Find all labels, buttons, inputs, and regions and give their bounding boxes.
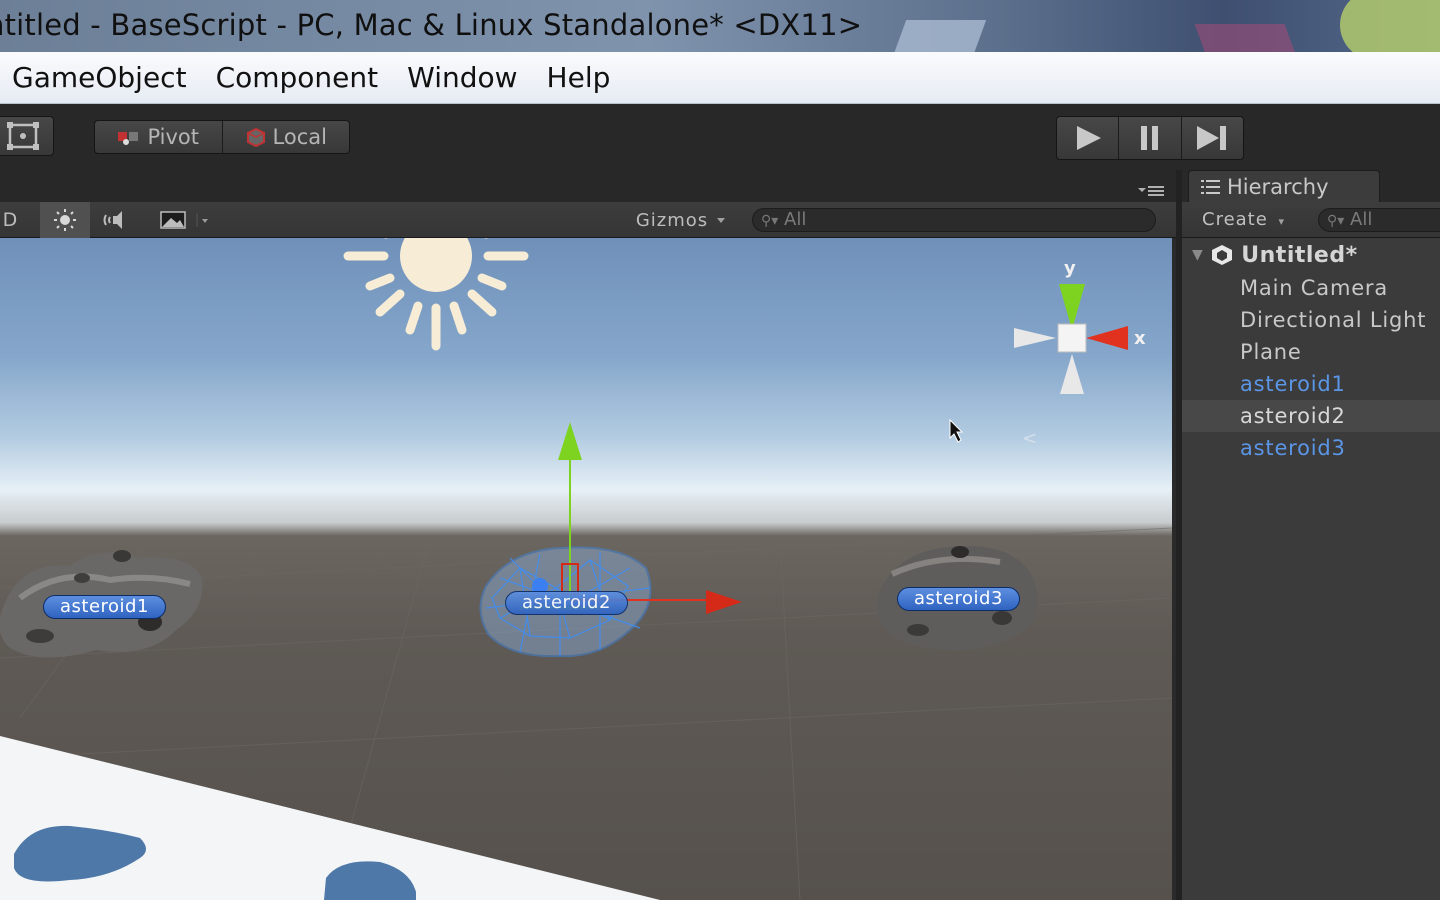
- pivot-label: Pivot: [147, 125, 200, 149]
- asteroid3-label[interactable]: asteroid3: [897, 587, 1020, 611]
- scene-toolbar: D Gizmos ⚲▾ All: [0, 202, 1176, 238]
- pause-icon: [1140, 126, 1158, 150]
- scene-effects-dropdown[interactable]: [148, 202, 214, 238]
- scene-search-placeholder: All: [784, 209, 807, 230]
- hierarchy-item-asteroid1[interactable]: asteroid1: [1182, 368, 1440, 400]
- gizmo-x-cone[interactable]: [1086, 326, 1128, 350]
- play-icon: [1076, 126, 1101, 150]
- pivot-rotation-toggle: Pivot Local: [94, 120, 350, 154]
- window-title: ntitled - BaseScript - PC, Mac & Linux S…: [0, 8, 863, 42]
- y-axis-handle[interactable]: [558, 422, 582, 460]
- tab-hierarchy-label: Hierarchy: [1227, 174, 1329, 199]
- gizmo-negx-cone[interactable]: [1014, 328, 1056, 348]
- image-effects-icon: [160, 211, 208, 229]
- tab-hierarchy[interactable]: Hierarchy: [1188, 170, 1380, 202]
- rect-tool-icon: [7, 122, 39, 150]
- hierarchy-item-plane[interactable]: Plane: [1182, 336, 1440, 368]
- list-icon: [1201, 179, 1220, 194]
- scene-audio-toggle[interactable]: [92, 202, 142, 238]
- desktop-background: [893, 20, 987, 52]
- create-label: Create: [1202, 209, 1268, 230]
- scene-tab-bar: [0, 170, 1176, 202]
- step-button[interactable]: [1180, 117, 1243, 159]
- menu-component[interactable]: Component: [216, 61, 379, 94]
- step-icon: [1197, 126, 1227, 150]
- scene-root-label: Untitled*: [1241, 242, 1358, 268]
- local-button[interactable]: Local: [221, 121, 350, 153]
- menu-bar: GameObject Component Window Help: [0, 52, 1440, 104]
- scene-canvas: y x <: [0, 238, 1172, 900]
- mouse-cursor-icon: [949, 418, 964, 443]
- create-dropdown[interactable]: Create ▾: [1202, 202, 1285, 238]
- local-icon: [246, 127, 265, 147]
- hierarchy-item-main-camera[interactable]: Main Camera: [1182, 272, 1440, 304]
- desktop-background: [1194, 24, 1296, 52]
- chevron-down-icon: ▾: [1278, 215, 1286, 228]
- gizmo-center-cube[interactable]: [1057, 323, 1087, 353]
- speaker-icon: [103, 211, 122, 229]
- unity-scene-icon: [1212, 245, 1233, 265]
- hierarchy-item-directional-light[interactable]: Directional Light: [1182, 304, 1440, 336]
- hierarchy-search-placeholder: All: [1350, 209, 1373, 230]
- sun-icon: [54, 209, 76, 231]
- search-icon: ⚲▾: [1327, 213, 1345, 229]
- window-titlebar: ntitled - BaseScript - PC, Mac & Linux S…: [0, 0, 1440, 52]
- scene-root-item[interactable]: ▼ Untitled*: [1182, 238, 1440, 272]
- scene-viewport[interactable]: y x < asteroid1 asteroid2 asteroid3: [0, 238, 1172, 900]
- panel-menu-icon[interactable]: [1136, 182, 1166, 203]
- chevron-down-icon: [717, 218, 726, 223]
- gizmo-negy-cone[interactable]: [1060, 354, 1084, 394]
- hierarchy-toolbar: Create ▾ ⚲▾ All: [1182, 202, 1440, 238]
- gizmos-dropdown[interactable]: Gizmos: [626, 202, 738, 238]
- orientation-gizmo[interactable]: [1014, 284, 1128, 394]
- hierarchy-search-input[interactable]: ⚲▾ All: [1318, 208, 1440, 232]
- asteroid2-label[interactable]: asteroid2: [505, 591, 628, 615]
- pause-button[interactable]: [1118, 117, 1180, 159]
- scene-search-input[interactable]: ⚲▾ All: [752, 208, 1156, 232]
- hierarchy-panel: Hierarchy Create ▾ ⚲▾ All ▼ Untitled* Ma…: [1176, 170, 1440, 900]
- projection-mode-label: <: [1022, 428, 1037, 449]
- search-icon: ⚲▾: [761, 213, 779, 229]
- hierarchy-item-asteroid3[interactable]: asteroid3: [1182, 432, 1440, 464]
- scene-view-panel: D Gizmos ⚲▾ All y x < asteroid1 asteroid…: [0, 170, 1176, 900]
- scene-lighting-toggle[interactable]: [40, 202, 90, 238]
- play-button[interactable]: [1057, 117, 1118, 159]
- directional-light-gizmo: [343, 238, 529, 351]
- playback-controls: [1056, 116, 1244, 160]
- expand-arrow-icon[interactable]: ▼: [1192, 247, 1203, 263]
- gizmo-y-cone[interactable]: [1059, 284, 1085, 330]
- gizmo-x-label: x: [1134, 328, 1146, 349]
- hierarchy-tab-bar: Hierarchy: [1182, 170, 1440, 202]
- desktop-background: [1340, 0, 1440, 52]
- pivot-icon: [118, 132, 139, 145]
- gizmos-label: Gizmos: [635, 209, 709, 231]
- menu-gameobject[interactable]: GameObject: [12, 61, 187, 94]
- hierarchy-item-asteroid2[interactable]: asteroid2: [1182, 400, 1440, 432]
- x-axis-handle[interactable]: [706, 590, 742, 614]
- menu-window[interactable]: Window: [407, 61, 517, 94]
- local-label: Local: [272, 125, 327, 149]
- asteroid1-label[interactable]: asteroid1: [43, 595, 166, 619]
- 2d-mode-toggle[interactable]: D: [0, 202, 20, 238]
- rect-tool-button[interactable]: [0, 116, 54, 156]
- gizmo-y-label: y: [1064, 258, 1076, 279]
- pivot-button[interactable]: Pivot: [95, 121, 222, 153]
- hierarchy-list: ▼ Untitled* Main Camera Directional Ligh…: [1182, 238, 1440, 464]
- menu-help[interactable]: Help: [547, 61, 611, 94]
- main-toolbar: Pivot Local: [0, 104, 1440, 170]
